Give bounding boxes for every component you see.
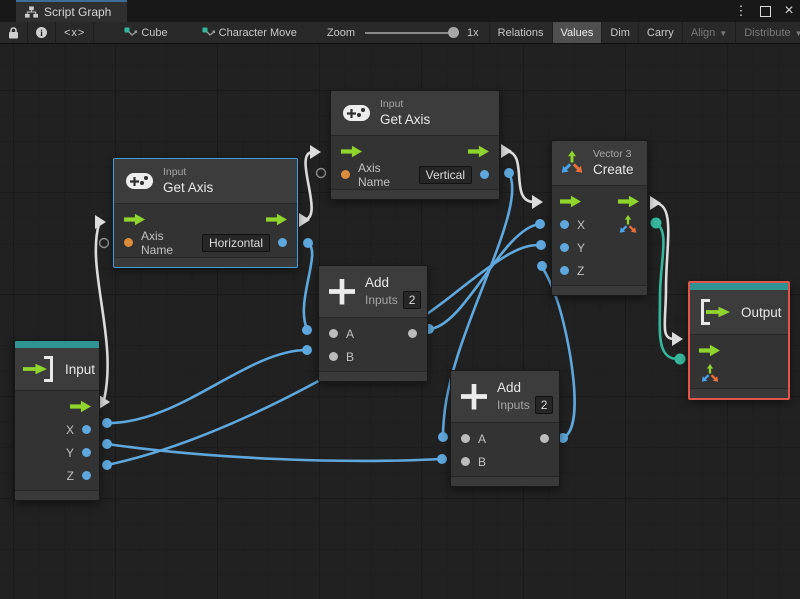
flow-out-arrow[interactable] bbox=[266, 213, 287, 226]
vector3-icon bbox=[561, 152, 583, 174]
dim-button[interactable]: Dim bbox=[602, 22, 638, 43]
inputs-label: Inputs bbox=[497, 397, 530, 412]
node-caption: Vector 3 bbox=[593, 148, 632, 160]
inputs-count-field[interactable]: 2 bbox=[534, 396, 554, 414]
teal-accent-bar bbox=[690, 283, 788, 290]
node-get-axis-vertical[interactable]: Input Get Axis Axis Name Vertical bbox=[330, 90, 500, 200]
inputs-count-field[interactable]: 2 bbox=[402, 291, 422, 309]
tab-bar: Script Graph ⋮ × bbox=[0, 0, 800, 22]
window-maximize-icon[interactable] bbox=[758, 4, 772, 18]
node-add-1[interactable]: Add Inputs 2 A B bbox=[318, 265, 428, 382]
flow-out-arrow[interactable] bbox=[468, 145, 489, 158]
distribute-dropdown[interactable]: Distribute ▼ bbox=[736, 22, 800, 43]
flow-in-arrow[interactable] bbox=[699, 344, 720, 357]
node-title: Input bbox=[65, 361, 96, 377]
window-close-icon[interactable]: × bbox=[782, 2, 796, 19]
axis-name-field[interactable]: Vertical bbox=[418, 165, 472, 184]
axis-name-label: Axis Name bbox=[358, 160, 391, 189]
breadcrumb-character-move[interactable]: Character Move bbox=[194, 22, 305, 43]
result-port[interactable] bbox=[278, 238, 287, 247]
node-graph-input[interactable]: Input X Y Z bbox=[14, 340, 100, 501]
node-title: Add bbox=[365, 275, 390, 290]
axis-name-port[interactable] bbox=[124, 238, 133, 247]
sum-port[interactable] bbox=[540, 434, 549, 443]
zoom-value: 1x bbox=[467, 26, 479, 39]
result-port[interactable] bbox=[480, 170, 489, 179]
align-dropdown[interactable]: Align ▼ bbox=[683, 22, 735, 43]
info-button[interactable]: i bbox=[28, 22, 55, 43]
flow-out-arrow[interactable] bbox=[70, 400, 91, 413]
breadcrumb-label: Character Move bbox=[218, 26, 297, 39]
variables-button[interactable]: <x> bbox=[56, 22, 93, 43]
input-bracket-icon bbox=[23, 356, 55, 382]
info-icon: i bbox=[36, 27, 47, 38]
node-title: Get Axis bbox=[380, 112, 431, 127]
graph-hierarchy-icon bbox=[25, 6, 38, 18]
script-graph-window: Script Graph ⋮ × i <x> Cube Character Mo… bbox=[0, 0, 800, 599]
teal-accent-bar bbox=[15, 341, 99, 348]
window-menu-icon[interactable]: ⋮ bbox=[734, 3, 748, 18]
node-get-axis-horizontal[interactable]: Input Get Axis Axis Name Horizontal bbox=[113, 158, 298, 268]
graph-toolbar: i <x> Cube Character Move Zoom 1x Relati… bbox=[0, 22, 800, 44]
graph-unit-icon bbox=[202, 27, 215, 36]
port-a[interactable] bbox=[461, 434, 470, 443]
gamepad-icon bbox=[343, 105, 370, 121]
breadcrumb-label: Cube bbox=[141, 26, 168, 39]
chevron-down-icon: ▼ bbox=[719, 29, 728, 38]
relations-button[interactable]: Relations bbox=[490, 22, 552, 43]
tab-script-graph[interactable]: Script Graph bbox=[16, 0, 128, 22]
variables-icon: <x> bbox=[64, 26, 86, 39]
node-title: Get Axis bbox=[163, 180, 214, 195]
port-b[interactable] bbox=[461, 457, 470, 466]
zoom-slider[interactable] bbox=[365, 27, 460, 38]
gamepad-icon bbox=[126, 173, 153, 189]
flow-in-arrow[interactable] bbox=[560, 195, 581, 208]
lock-button[interactable] bbox=[0, 22, 27, 43]
values-button[interactable]: Values bbox=[552, 22, 602, 43]
chevron-down-icon: ▼ bbox=[794, 29, 800, 38]
flow-out-arrow[interactable] bbox=[618, 195, 639, 208]
node-title: Create bbox=[593, 162, 634, 177]
axis-name-label: Axis Name bbox=[141, 228, 174, 257]
port-z[interactable] bbox=[560, 266, 569, 275]
sum-port[interactable] bbox=[408, 329, 417, 338]
port-x[interactable] bbox=[82, 425, 91, 434]
zoom-slider-handle[interactable] bbox=[448, 27, 460, 38]
node-title: Add bbox=[497, 380, 522, 395]
port-y[interactable] bbox=[82, 448, 91, 457]
breadcrumb-cube[interactable]: Cube bbox=[116, 22, 175, 43]
port-x[interactable] bbox=[560, 220, 569, 229]
inputs-label: Inputs bbox=[365, 292, 398, 307]
lock-icon bbox=[9, 26, 18, 38]
node-vector3-create[interactable]: Vector 3 Create X Y Z bbox=[551, 140, 648, 296]
node-title: Output bbox=[741, 304, 782, 320]
node-graph-output[interactable]: Output bbox=[688, 281, 790, 400]
graph-unit-icon bbox=[124, 27, 138, 36]
axis-name-field[interactable]: Horizontal bbox=[201, 233, 270, 252]
port-a[interactable] bbox=[329, 329, 338, 338]
node-add-2[interactable]: Add Inputs 2 A B bbox=[450, 370, 560, 487]
node-caption: Input bbox=[380, 98, 404, 110]
flow-in-arrow[interactable] bbox=[124, 213, 145, 226]
plus-icon bbox=[329, 278, 355, 305]
carry-button[interactable]: Carry bbox=[639, 22, 682, 43]
plus-icon bbox=[461, 383, 487, 410]
zoom-control: Zoom 1x bbox=[319, 22, 487, 43]
port-b[interactable] bbox=[329, 352, 338, 361]
port-z[interactable] bbox=[82, 471, 91, 480]
node-caption: Input bbox=[163, 166, 187, 178]
port-y[interactable] bbox=[560, 243, 569, 252]
vector3-result-port[interactable] bbox=[619, 216, 637, 234]
output-bracket-icon bbox=[699, 299, 731, 325]
unconnected-port-ghost[interactable] bbox=[98, 237, 110, 249]
flow-in-arrow[interactable] bbox=[341, 145, 362, 158]
zoom-label: Zoom bbox=[326, 26, 356, 39]
tab-label: Script Graph bbox=[44, 5, 112, 19]
unconnected-port-ghost[interactable] bbox=[315, 167, 327, 179]
axis-name-port[interactable] bbox=[341, 170, 350, 179]
vector3-in-port[interactable] bbox=[701, 365, 719, 383]
